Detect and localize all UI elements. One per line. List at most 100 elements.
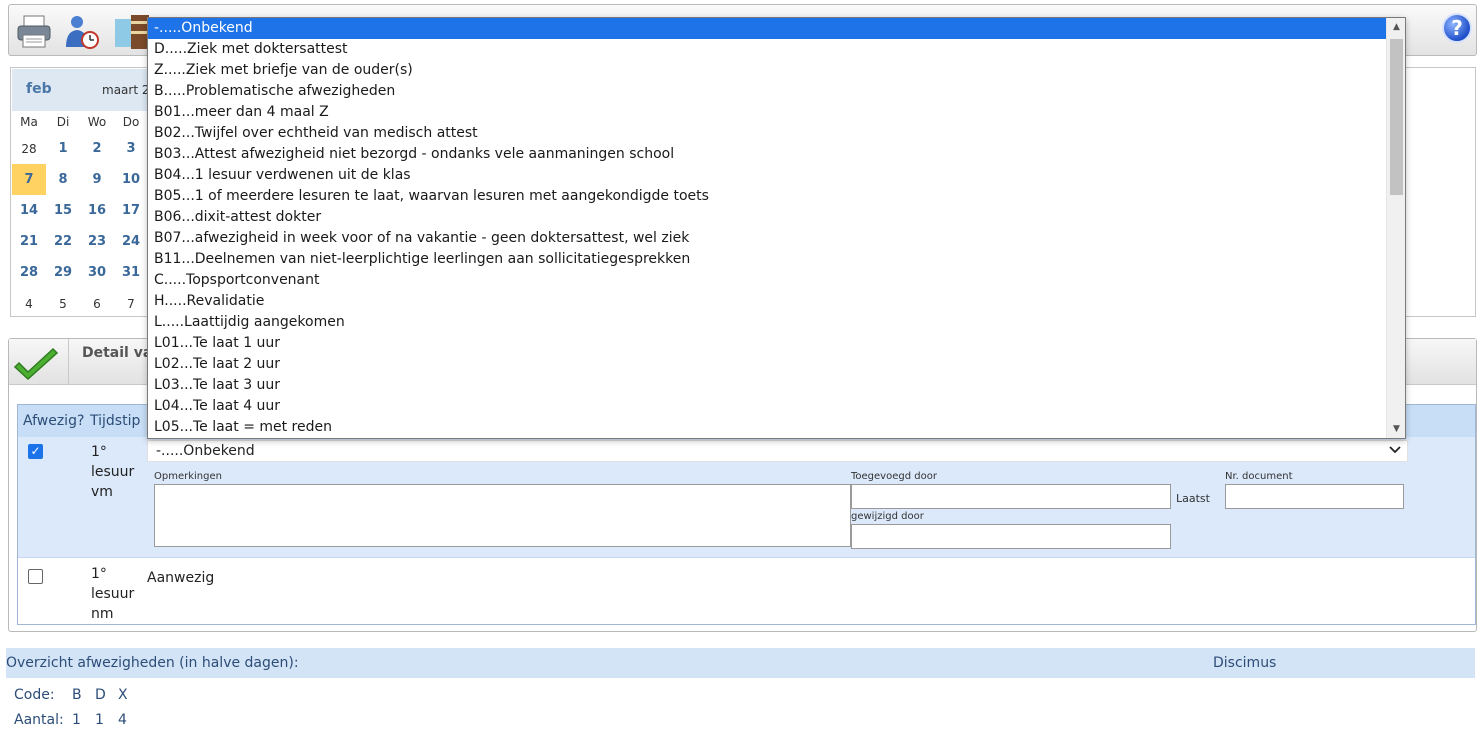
weekday-row: Ma Di Wo Do: [12, 111, 162, 133]
calendar-grid: Ma Di Wo Do 28 1 2 3 7 8 9 10 14 15 16 1…: [12, 111, 162, 319]
dropdown-option[interactable]: B03...Attest afwezigheid niet bezorgd - …: [148, 144, 1386, 165]
dropdown-option[interactable]: L.....Laattijdig aangekomen: [148, 312, 1386, 333]
col-absent-header: Afwezig?: [23, 413, 85, 429]
dropdown-option[interactable]: B04...1 lesuur verdwenen uit de klas: [148, 165, 1386, 186]
last-label: Laatst: [1176, 492, 1210, 505]
changed-by-label: gewijzigd door: [851, 511, 924, 522]
calendar-day[interactable]: 28: [12, 265, 46, 280]
table-row: 1° lesuur nm Aanwezig: [18, 557, 1475, 624]
calendar-day[interactable]: 9: [80, 172, 114, 187]
dropdown-option[interactable]: L02...Te laat 2 uur: [148, 354, 1386, 375]
dropdown-option[interactable]: L04...Te laat 4 uur: [148, 396, 1386, 417]
calendar-day[interactable]: 4: [12, 297, 46, 311]
scroll-up-icon[interactable]: ▲: [1387, 18, 1405, 36]
weekday-label: Do: [122, 115, 140, 129]
calendar-day[interactable]: 16: [80, 203, 114, 218]
overview-title: Overzicht afwezigheden (in halve dagen):: [6, 655, 299, 671]
document-number-label: Nr. document: [1225, 471, 1293, 482]
dropdown-option[interactable]: L01...Te laat 1 uur: [148, 333, 1386, 354]
scroll-down-icon[interactable]: ▼: [1387, 420, 1405, 438]
printer-icon[interactable]: [15, 13, 55, 51]
calendar-day[interactable]: 3: [114, 141, 148, 156]
time-line: lesuur: [91, 586, 135, 602]
calendar-day[interactable]: 8: [46, 172, 80, 187]
chevron-down-icon: [1389, 443, 1401, 460]
week-row: 28 29 30 31: [12, 257, 162, 288]
week-row: 4 5 6 7: [12, 288, 162, 319]
dropdown-option[interactable]: B06...dixit-attest dokter: [148, 207, 1386, 228]
dropdown-option[interactable]: H.....Revalidatie: [148, 291, 1386, 312]
weekday-label: Ma: [20, 115, 38, 129]
overview-source: Discimus: [1213, 655, 1277, 671]
time-line: nm: [91, 606, 114, 622]
calendar-header: feb maart 20: [12, 69, 162, 111]
code-label: Code:: [14, 687, 55, 703]
code-value: B: [72, 687, 82, 703]
changed-by-field[interactable]: [851, 524, 1171, 549]
document-number-field[interactable]: [1225, 484, 1404, 509]
calendar-day[interactable]: 7: [114, 297, 148, 311]
calendar-day[interactable]: 30: [80, 265, 114, 280]
dropdown-option[interactable]: B01...meer dan 4 maal Z: [148, 102, 1386, 123]
dropdown-option[interactable]: B.....Problematische afwezigheden: [148, 81, 1386, 102]
dropdown-option[interactable]: B02...Twijfel over echtheid van medisch …: [148, 123, 1386, 144]
absence-code-select[interactable]: -.....Onbekend: [147, 440, 1408, 462]
dropdown-option[interactable]: B07...afwezigheid in week voor of na vak…: [148, 228, 1386, 249]
dropdown-option[interactable]: Z.....Ziek met briefje van de ouder(s): [148, 60, 1386, 81]
calendar-day[interactable]: 6: [80, 297, 114, 311]
calendar-day[interactable]: 24: [114, 234, 148, 249]
dropdown-option[interactable]: L05...Te laat = met reden: [148, 417, 1386, 438]
calendar-day[interactable]: 2: [80, 141, 114, 156]
weekday-label: Wo: [87, 115, 107, 129]
calendar-day[interactable]: 14: [12, 203, 46, 218]
added-by-label: Toegevoegd door: [851, 471, 937, 482]
calendar-day[interactable]: 28: [12, 142, 46, 156]
absence-code-dropdown[interactable]: -.....Onbekend D.....Ziek met doktersatt…: [147, 17, 1406, 439]
prev-month-link[interactable]: feb: [26, 81, 52, 97]
absent-checkbox[interactable]: [28, 569, 43, 584]
overview-bar: Overzicht afwezigheden (in halve dagen):…: [6, 648, 1475, 678]
help-icon[interactable]: ?: [1442, 13, 1472, 43]
dropdown-option[interactable]: B05...1 of meerdere lesuren te laat, waa…: [148, 186, 1386, 207]
code-value: D: [95, 687, 106, 703]
table-row: ✓ 1° lesuur vm -.....Onbekend Opmerkinge…: [18, 437, 1475, 557]
dropdown-option[interactable]: B11...Deelnemen van niet-leerplichtige l…: [148, 249, 1386, 270]
week-row: 21 22 23 24: [12, 226, 162, 257]
added-by-field[interactable]: [851, 484, 1171, 509]
user-clock-icon[interactable]: [63, 13, 103, 51]
save-button[interactable]: [9, 339, 69, 384]
calendar-day[interactable]: 29: [46, 265, 80, 280]
dropdown-option[interactable]: C.....Topsportconvenant: [148, 270, 1386, 291]
remarks-label: Opmerkingen: [154, 471, 222, 482]
time-cell: 1° lesuur nm: [91, 564, 134, 624]
calendar-day[interactable]: 21: [12, 234, 46, 249]
calendar-day[interactable]: 1: [46, 141, 80, 156]
time-line: 1°: [91, 444, 107, 460]
calendar-day[interactable]: 17: [114, 203, 148, 218]
dropdown-option[interactable]: -.....Onbekend: [148, 18, 1386, 39]
calendar-day[interactable]: 15: [46, 203, 80, 218]
absent-checkbox[interactable]: ✓: [28, 444, 43, 459]
time-line: lesuur: [91, 464, 135, 480]
code-value: X: [118, 687, 128, 703]
calendar-day[interactable]: 10: [114, 172, 148, 187]
dropdown-option[interactable]: L03...Te laat 3 uur: [148, 375, 1386, 396]
calendar-day[interactable]: 31: [114, 265, 148, 280]
dropdown-scrollbar[interactable]: ▲ ▼: [1386, 18, 1405, 438]
remarks-textarea[interactable]: [154, 484, 851, 547]
calendar-day[interactable]: 22: [46, 234, 80, 249]
col-time-header: Tijdstip: [90, 413, 141, 429]
scrollbar-thumb[interactable]: [1390, 39, 1403, 195]
overview-code-row: Code: B D X: [14, 687, 141, 703]
time-cell: 1° lesuur vm: [91, 442, 134, 502]
calendar-day[interactable]: 5: [46, 297, 80, 311]
calendar-day[interactable]: 23: [80, 234, 114, 249]
count-value: 1: [95, 712, 104, 728]
status-text: Aanwezig: [147, 570, 215, 586]
time-line: 1°: [91, 566, 107, 582]
checkmark-icon: [9, 347, 69, 388]
selected-code: -.....Onbekend: [156, 443, 255, 459]
dropdown-option[interactable]: D.....Ziek met doktersattest: [148, 39, 1386, 60]
week-row: 28 1 2 3: [12, 133, 162, 164]
calendar-day-today[interactable]: 7: [12, 164, 46, 195]
